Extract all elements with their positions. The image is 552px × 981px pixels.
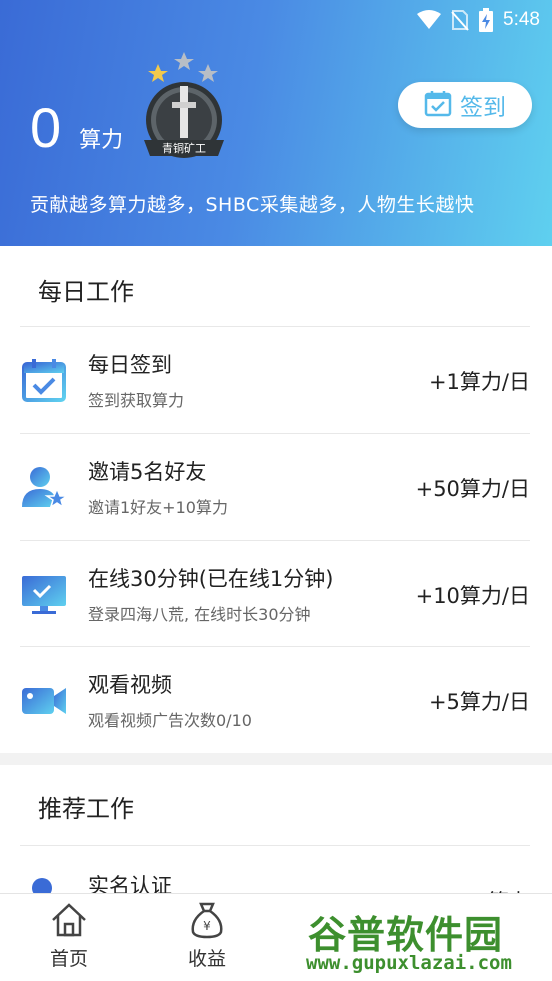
section-title: 推荐工作 (38, 795, 134, 823)
slogan-text: 贡献越多算力越多，SHBC采集越多，人物生长越快 (30, 194, 475, 216)
user-star-icon (20, 463, 70, 511)
power-unit: 算力 (79, 128, 124, 153)
status-bar: 5:48 (417, 8, 540, 32)
section-title: 每日工作 (38, 278, 134, 306)
wifi-icon (417, 10, 442, 30)
rank-badge-icon: 青铜矿工 (136, 48, 234, 168)
sign-in-label: 签到 (460, 95, 506, 121)
money-bag-icon: ¥ (162, 900, 252, 940)
video-camera-icon (20, 676, 68, 724)
watermark-url: www.gupuxlazai.com (306, 952, 512, 974)
task-reward: +50算力/日 (415, 477, 530, 501)
sign-in-button[interactable]: 签到 (398, 82, 532, 128)
task-description: 观看视频广告次数0/10 (88, 711, 252, 730)
nav-home[interactable]: 首页 (24, 900, 114, 971)
recommended-tasks-card: 推荐工作 实名认证 +100算力 (0, 765, 552, 895)
battery-charging-icon (479, 8, 494, 32)
task-daily-signin[interactable]: 每日签到 签到获取算力 +1算力/日 (0, 327, 552, 433)
task-online-time[interactable]: 在线30分钟(已在线1分钟) 登录四海八荒, 在线时长30分钟 +10算力/日 (0, 541, 552, 647)
task-name: 实名认证 (88, 874, 172, 895)
task-reward: +5算力/日 (428, 690, 530, 714)
power-display: 0 算力 (30, 100, 123, 156)
task-invite-friends[interactable]: 邀请5名好友 邀请1好友+10算力 +50算力/日 (0, 434, 552, 540)
header-banner: 5:48 0 算力 青铜矿工 签到 贡献越多算力越多，SHBC采集越多，人物生长… (0, 0, 552, 246)
power-value: 0 (30, 96, 62, 159)
watermark-title: 谷普软件园 (308, 913, 504, 957)
nav-label: 首页 (49, 948, 88, 970)
task-watch-video[interactable]: 观看视频 观看视频广告次数0/10 +5算力/日 (0, 647, 552, 753)
calendar-check-icon (20, 356, 68, 404)
task-description: 登录四海八荒, 在线时长30分钟 (88, 605, 311, 624)
task-name: 在线30分钟(已在线1分钟) (88, 567, 334, 591)
nav-label: 收益 (187, 948, 226, 970)
task-description: 邀请1好友+10算力 (88, 498, 228, 517)
calendar-check-icon (424, 89, 452, 121)
badge-text: 青铜矿工 (162, 141, 206, 155)
daily-tasks-card: 每日工作 每日签到 签到获取算力 +1算力/日 邀请5名好友 邀请1好友+10算… (0, 246, 552, 753)
no-sim-icon (451, 9, 469, 31)
task-reward: +1算力/日 (428, 370, 530, 394)
clock-time: 5:48 (503, 9, 540, 30)
task-reward: +10算力/日 (415, 584, 530, 608)
monitor-icon (20, 570, 68, 618)
task-name: 观看视频 (88, 673, 172, 697)
task-description: 签到获取算力 (88, 391, 185, 410)
svg-text:¥: ¥ (203, 919, 211, 933)
nav-earnings[interactable]: ¥ 收益 (162, 900, 252, 971)
task-name: 每日签到 (88, 353, 172, 377)
home-icon (24, 900, 114, 940)
task-name: 邀请5名好友 (88, 460, 207, 484)
task-real-name-verification[interactable]: 实名认证 +100算力 (0, 846, 552, 895)
watermark: 谷普软件园 www.gupuxlazai.com (302, 900, 552, 981)
